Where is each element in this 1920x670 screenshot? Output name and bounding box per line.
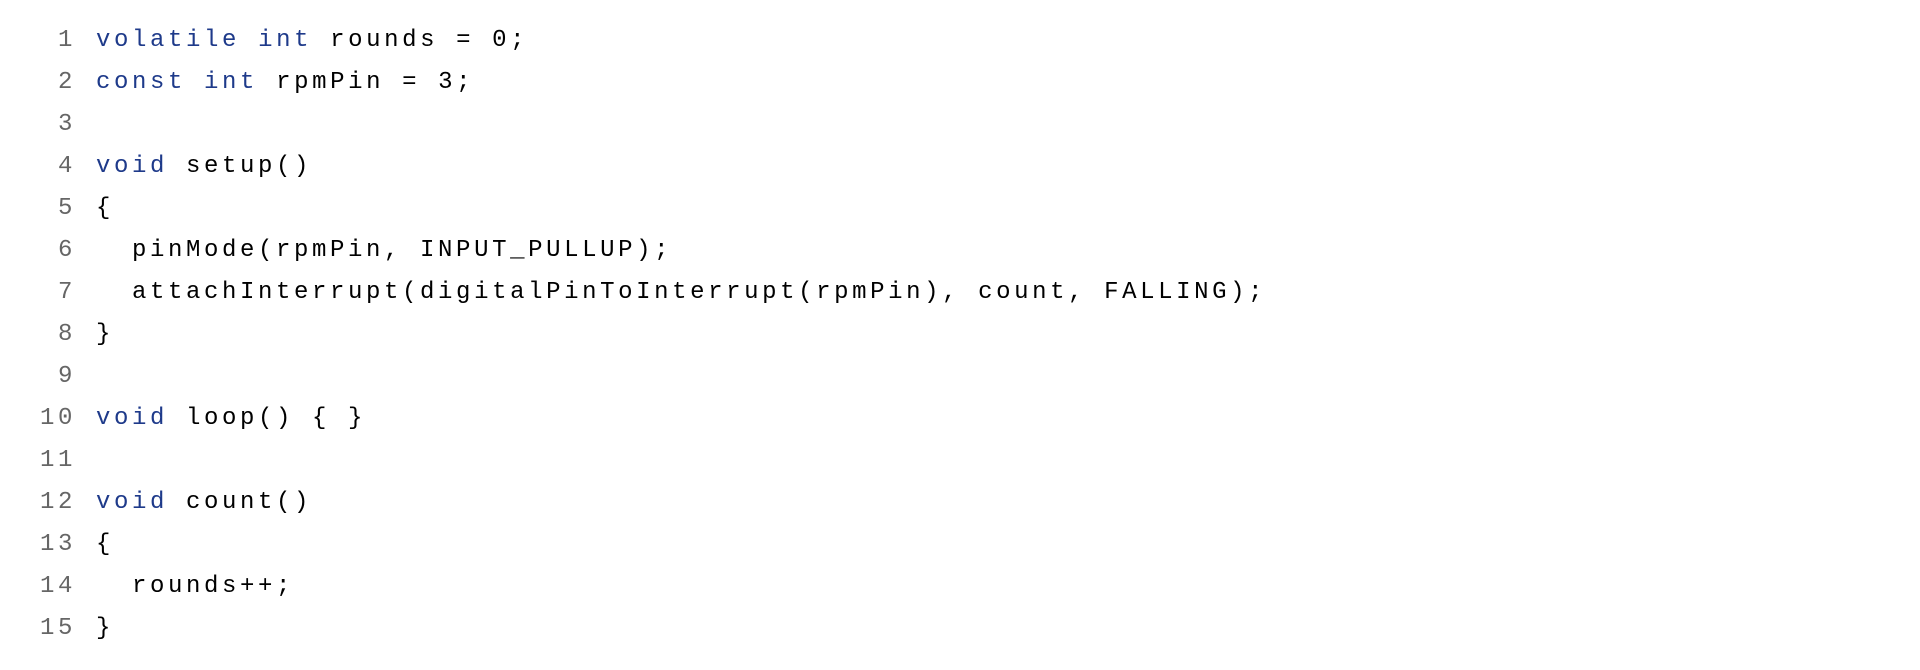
line-number: 6 bbox=[40, 230, 76, 272]
code-line: void setup() bbox=[96, 146, 1880, 188]
keyword-token: volatile bbox=[96, 27, 240, 54]
type-token: void bbox=[96, 405, 168, 432]
code-token: pinMode(rpmPin, INPUT_PULLUP); bbox=[96, 237, 672, 264]
code-token: rounds++; bbox=[96, 573, 294, 600]
code-line: } bbox=[96, 608, 1880, 650]
code-line: pinMode(rpmPin, INPUT_PULLUP); bbox=[96, 230, 1880, 272]
code-line bbox=[96, 104, 1880, 146]
code-line: } bbox=[96, 314, 1880, 356]
line-number: 5 bbox=[40, 188, 76, 230]
line-number: 8 bbox=[40, 314, 76, 356]
code-line bbox=[96, 440, 1880, 482]
keyword-token: const bbox=[96, 69, 186, 96]
line-number: 9 bbox=[40, 356, 76, 398]
line-number: 2 bbox=[40, 62, 76, 104]
line-number: 11 bbox=[40, 440, 76, 482]
code-token: loop() { } bbox=[168, 405, 366, 432]
line-number: 7 bbox=[40, 272, 76, 314]
line-number: 3 bbox=[40, 104, 76, 146]
code-line bbox=[96, 356, 1880, 398]
line-number-gutter: 123456789101112131415 bbox=[40, 20, 96, 650]
line-number: 14 bbox=[40, 566, 76, 608]
code-line: rounds++; bbox=[96, 566, 1880, 608]
line-number: 10 bbox=[40, 398, 76, 440]
type-token: int bbox=[258, 27, 312, 54]
code-line: { bbox=[96, 524, 1880, 566]
line-number: 15 bbox=[40, 608, 76, 650]
line-number: 13 bbox=[40, 524, 76, 566]
code-token: count() bbox=[168, 489, 312, 516]
code-token: { bbox=[96, 195, 114, 222]
code-token: } bbox=[96, 321, 114, 348]
code-token: } bbox=[96, 615, 114, 642]
line-number: 12 bbox=[40, 482, 76, 524]
code-line: void loop() { } bbox=[96, 398, 1880, 440]
code-token: rounds = 0; bbox=[312, 27, 528, 54]
code-line: void count() bbox=[96, 482, 1880, 524]
code-line: const int rpmPin = 3; bbox=[96, 62, 1880, 104]
code-token bbox=[240, 27, 258, 54]
code-line: attachInterrupt(digitalPinToInterrupt(rp… bbox=[96, 272, 1880, 314]
code-line: { bbox=[96, 188, 1880, 230]
code-token bbox=[186, 69, 204, 96]
type-token: void bbox=[96, 489, 168, 516]
code-content: volatile int rounds = 0;const int rpmPin… bbox=[96, 20, 1880, 650]
code-block: 123456789101112131415 volatile int round… bbox=[40, 20, 1880, 650]
line-number: 4 bbox=[40, 146, 76, 188]
code-token: setup() bbox=[168, 153, 312, 180]
type-token: int bbox=[204, 69, 258, 96]
code-token: { bbox=[96, 531, 114, 558]
line-number: 1 bbox=[40, 20, 76, 62]
code-token: rpmPin = 3; bbox=[258, 69, 474, 96]
code-token: attachInterrupt(digitalPinToInterrupt(rp… bbox=[96, 279, 1266, 306]
type-token: void bbox=[96, 153, 168, 180]
code-line: volatile int rounds = 0; bbox=[96, 20, 1880, 62]
